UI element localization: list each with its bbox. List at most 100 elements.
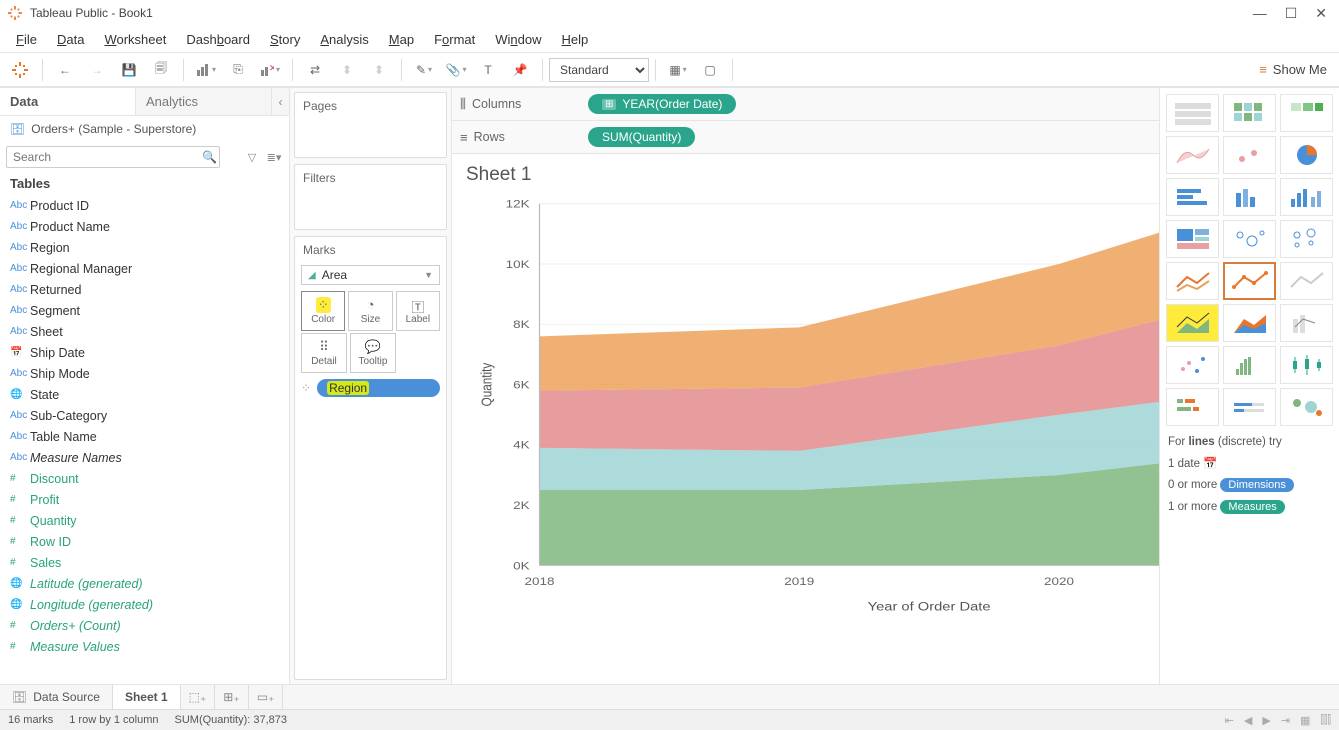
tableau-icon[interactable] bbox=[5, 55, 35, 85]
nav-last-icon[interactable]: ⇥ bbox=[1281, 714, 1290, 727]
field-item[interactable]: AbcReturned bbox=[0, 279, 275, 300]
showme-thumbnail[interactable] bbox=[1280, 388, 1333, 426]
field-item[interactable]: #Orders+ (Count) bbox=[0, 615, 275, 636]
minimize-icon[interactable]: — bbox=[1253, 5, 1267, 22]
filters-shelf[interactable]: Filters bbox=[294, 164, 447, 230]
field-item[interactable]: AbcRegional Manager bbox=[0, 258, 275, 279]
cards-button[interactable]: ▦ bbox=[663, 55, 693, 85]
mark-type-dropdown[interactable]: ◢ Area ▼ bbox=[301, 265, 440, 285]
field-item[interactable]: #Sales bbox=[0, 552, 275, 573]
field-item[interactable]: 🌐Latitude (generated) bbox=[0, 573, 275, 594]
field-item[interactable]: 🌐State bbox=[0, 384, 275, 405]
menu-dashboard[interactable]: Dashboard bbox=[178, 30, 258, 49]
field-item[interactable]: 🌐Longitude (generated) bbox=[0, 594, 275, 615]
search-input[interactable] bbox=[6, 146, 220, 168]
nav-prev-icon[interactable]: ◀ bbox=[1244, 714, 1252, 727]
show-labels-button[interactable]: T bbox=[473, 55, 503, 85]
color-button[interactable]: ⁘Color bbox=[301, 291, 345, 331]
presentation-button[interactable]: ▢ bbox=[695, 55, 725, 85]
showme-thumbnail[interactable] bbox=[1166, 136, 1219, 174]
new-worksheet-tab[interactable]: ⬚₊ bbox=[181, 685, 216, 709]
showme-thumbnail[interactable] bbox=[1223, 220, 1276, 258]
menu-worksheet[interactable]: Worksheet bbox=[96, 30, 174, 49]
data-source-tab[interactable]: 🗄Data Source bbox=[0, 685, 113, 709]
field-item[interactable]: AbcSub-Category bbox=[0, 405, 275, 426]
field-item[interactable]: AbcTable Name bbox=[0, 426, 275, 447]
showme-thumbnail[interactable] bbox=[1280, 136, 1333, 174]
rows-pill-sum-quantity[interactable]: SUM(Quantity) bbox=[588, 127, 695, 147]
sheet1-tab[interactable]: Sheet 1 bbox=[113, 685, 181, 709]
showme-thumbnail[interactable] bbox=[1223, 94, 1276, 132]
showme-thumbnail[interactable] bbox=[1223, 136, 1276, 174]
nav-next-icon[interactable]: ▶ bbox=[1262, 714, 1270, 727]
showme-thumbnail[interactable] bbox=[1166, 304, 1219, 342]
showme-thumbnail[interactable] bbox=[1166, 346, 1219, 384]
menu-analysis[interactable]: Analysis bbox=[312, 30, 376, 49]
data-tab[interactable]: Data bbox=[0, 88, 135, 115]
field-item[interactable]: #Profit bbox=[0, 489, 275, 510]
new-story-tab[interactable]: ▭₊ bbox=[249, 685, 284, 709]
menu-map[interactable]: Map bbox=[381, 30, 422, 49]
new-dashboard-tab[interactable]: ⊞₊ bbox=[215, 685, 248, 709]
maximize-icon[interactable]: ☐ bbox=[1285, 5, 1298, 22]
menu-format[interactable]: Format bbox=[426, 30, 483, 49]
showme-thumbnail[interactable] bbox=[1166, 94, 1219, 132]
group-button[interactable]: 📎 bbox=[441, 55, 471, 85]
close-icon[interactable]: ✕ bbox=[1315, 5, 1327, 22]
showme-thumbnail[interactable] bbox=[1166, 262, 1219, 300]
show-me-button[interactable]: ≡ Show Me bbox=[1251, 62, 1335, 77]
tooltip-button[interactable]: 💬Tooltip bbox=[350, 333, 396, 373]
menu-data[interactable]: Data bbox=[49, 30, 92, 49]
new-datasource-button[interactable]: 🗐 bbox=[146, 55, 176, 85]
label-button[interactable]: 🅃Label bbox=[396, 291, 440, 331]
menu-story[interactable]: Story bbox=[262, 30, 308, 49]
filmstrip-icon[interactable]: ⫿⫿⫿ bbox=[1320, 714, 1331, 727]
field-item[interactable]: #Quantity bbox=[0, 510, 275, 531]
grid-view-icon[interactable]: ▦ bbox=[1300, 714, 1310, 727]
nav-first-icon[interactable]: ⇤ bbox=[1225, 714, 1234, 727]
forward-button[interactable]: → bbox=[82, 55, 112, 85]
columns-pill-year[interactable]: ⊞YEAR(Order Date) bbox=[588, 94, 736, 114]
showme-thumbnail[interactable] bbox=[1166, 220, 1219, 258]
duplicate-button[interactable]: ⎘ bbox=[223, 55, 253, 85]
clear-button[interactable]: ✕ bbox=[255, 55, 285, 85]
highlight-button[interactable]: ✎ bbox=[409, 55, 439, 85]
showme-thumbnail[interactable] bbox=[1280, 94, 1333, 132]
field-item[interactable]: AbcMeasure Names bbox=[0, 447, 275, 468]
field-item[interactable]: AbcSegment bbox=[0, 300, 275, 321]
showme-thumbnail[interactable] bbox=[1280, 346, 1333, 384]
field-item[interactable]: AbcProduct Name bbox=[0, 216, 275, 237]
field-item[interactable]: 📅Ship Date bbox=[0, 342, 275, 363]
save-button[interactable]: 💾 bbox=[114, 55, 144, 85]
back-button[interactable]: ← bbox=[50, 55, 80, 85]
field-item[interactable]: #Discount bbox=[0, 468, 275, 489]
showme-thumbnail[interactable] bbox=[1166, 388, 1219, 426]
field-list[interactable]: AbcProduct IDAbcProduct NameAbcRegionAbc… bbox=[0, 195, 289, 684]
showme-thumbnail[interactable] bbox=[1223, 304, 1276, 342]
field-item[interactable]: AbcShip Mode bbox=[0, 363, 275, 384]
color-region-pill[interactable]: ⁘ Region bbox=[301, 379, 440, 397]
showme-thumbnail[interactable] bbox=[1280, 220, 1333, 258]
plus-icon[interactable]: ⊞ bbox=[602, 99, 616, 110]
showme-thumbnail[interactable] bbox=[1280, 178, 1333, 216]
showme-thumbnail[interactable] bbox=[1280, 304, 1333, 342]
field-item[interactable]: #Row ID bbox=[0, 531, 275, 552]
showme-thumbnail[interactable] bbox=[1223, 346, 1276, 384]
showme-thumbnail[interactable] bbox=[1166, 178, 1219, 216]
analytics-tab[interactable]: Analytics bbox=[135, 88, 271, 115]
fit-dropdown[interactable]: Standard bbox=[549, 58, 649, 82]
detail-button[interactable]: ⠿Detail bbox=[301, 333, 347, 373]
menu-file[interactable]: File bbox=[8, 30, 45, 49]
sort-desc-button[interactable]: ⬍ bbox=[364, 55, 394, 85]
showme-thumbnail[interactable] bbox=[1223, 262, 1276, 300]
datasource-row[interactable]: 🗄 Orders+ (Sample - Superstore) bbox=[0, 116, 289, 142]
view-list-icon[interactable]: ≣▾ bbox=[265, 148, 283, 166]
field-item[interactable]: AbcRegion bbox=[0, 237, 275, 258]
filter-icon[interactable]: ▽ bbox=[243, 148, 261, 166]
field-item[interactable]: #Measure Values bbox=[0, 636, 275, 657]
swap-button[interactable]: ⇄ bbox=[300, 55, 330, 85]
showme-thumbnail[interactable] bbox=[1223, 388, 1276, 426]
showme-thumbnail[interactable] bbox=[1223, 178, 1276, 216]
showme-thumbnail[interactable] bbox=[1280, 262, 1333, 300]
new-worksheet-button[interactable] bbox=[191, 55, 221, 85]
